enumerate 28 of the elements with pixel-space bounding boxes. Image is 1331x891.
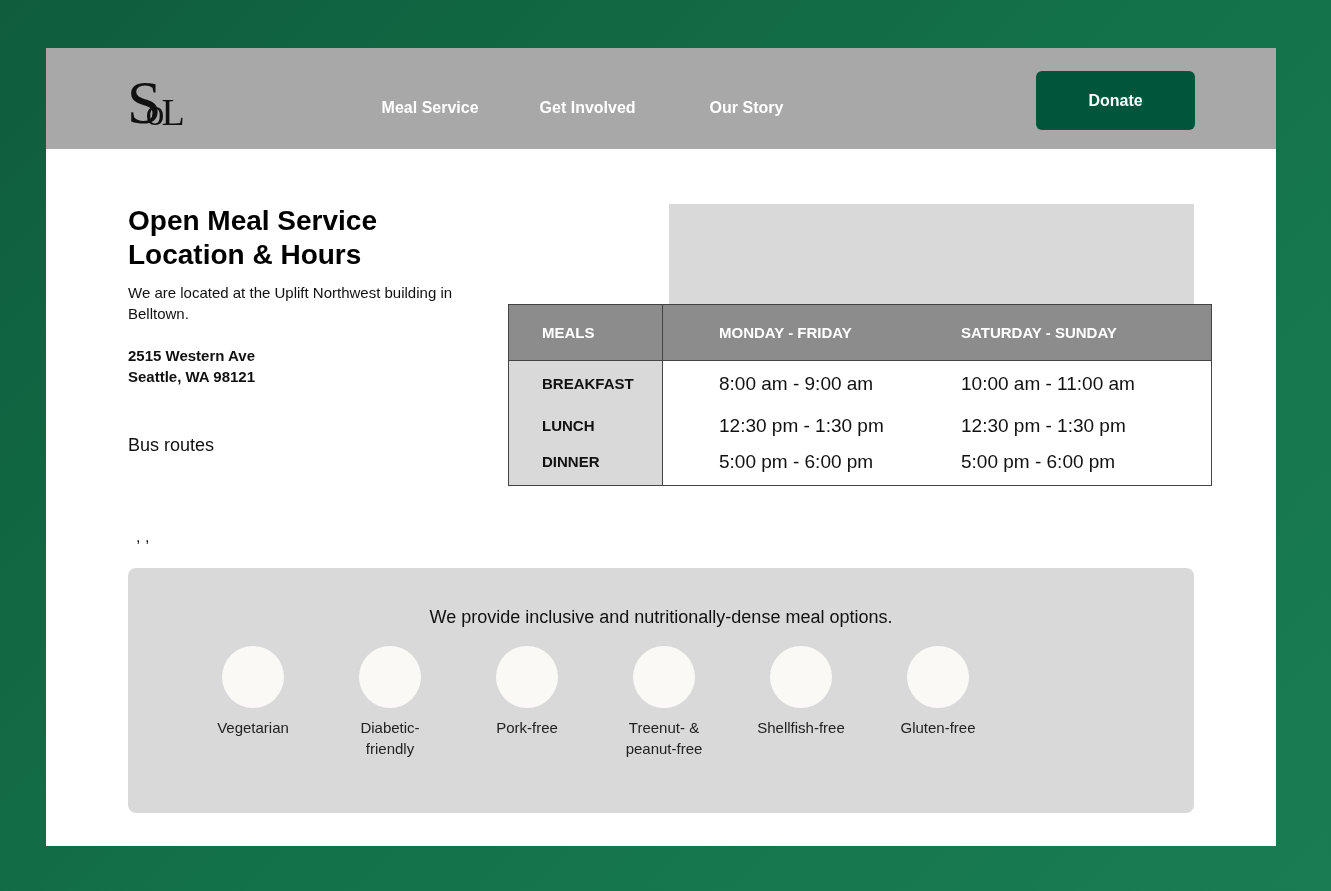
bus-routes-text: Bus routes — [128, 435, 216, 456]
table-cell: 5:00 pm - 6:00 pm — [961, 445, 1212, 486]
nav-link[interactable]: Our Story — [709, 98, 784, 117]
tagline-text: We provide inclusive and nutritionally-dense meal options. — [429, 607, 893, 628]
section-title: Open Meal Service Location & Hours — [128, 204, 378, 272]
table-cell: 10:00 am - 11:00 am — [961, 360, 1212, 409]
table-cell: 12:30 pm - 1:30 pm — [662, 409, 961, 445]
option-label: Pork-free — [496, 718, 558, 738]
location-description: We are located at the Uplift Northwest building in Belltown. — [128, 283, 454, 324]
table-cell: 12:30 pm - 1:30 pm — [961, 409, 1212, 445]
address-text: 2515 Western Ave Seattle, WA 98121 — [128, 346, 257, 387]
option-label: Diabetic- friendly — [360, 718, 420, 759]
stray-text: , , — [136, 528, 150, 545]
option-label: Treenut- & peanut-free — [625, 718, 703, 759]
table-cell: 5:00 pm - 6:00 pm — [662, 445, 961, 486]
donate-button[interactable]: Donate — [1036, 71, 1195, 130]
nav-link[interactable]: Get Involved — [539, 98, 636, 117]
table-cell: 8:00 am - 9:00 am — [662, 360, 961, 409]
meal-cell: DINNER — [508, 445, 663, 486]
nav-link[interactable]: Meal Service — [381, 98, 479, 117]
column-header: SATURDAY - SUNDAY — [961, 304, 1212, 361]
option-label: Gluten-free — [900, 718, 976, 738]
option-label: Vegetarian — [217, 718, 289, 738]
column-header: MEALS — [508, 304, 663, 361]
meal-cell: LUNCH — [508, 409, 663, 445]
option-label: Shellfish-free — [757, 718, 845, 738]
column-header: MONDAY - FRIDAY — [662, 304, 961, 361]
meal-cell: BREAKFAST — [508, 360, 663, 409]
